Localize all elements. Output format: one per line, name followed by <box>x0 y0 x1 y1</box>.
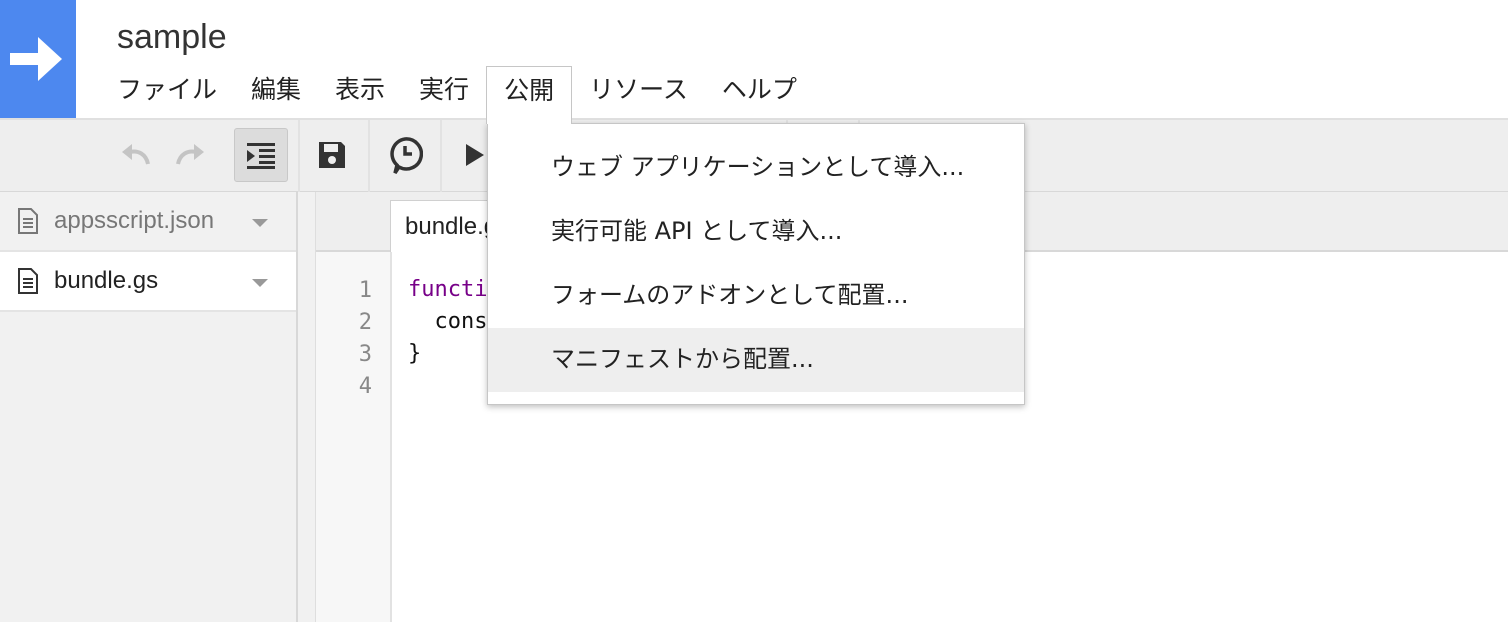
menu-item-deploy-forms-addon[interactable]: フォームのアドオンとして配置... <box>488 264 1024 328</box>
menu-view[interactable]: 表示 <box>318 66 402 116</box>
menu-item-deploy-web-app[interactable]: ウェブ アプリケーションとして導入... <box>488 136 1024 200</box>
save-button[interactable] <box>310 128 354 182</box>
line-number: 3 <box>358 342 372 367</box>
menu-file[interactable]: ファイル <box>100 66 234 116</box>
toolbar-separator <box>298 120 300 192</box>
run-button[interactable] <box>460 128 490 182</box>
code-line: cons <box>408 309 488 334</box>
file-icon <box>18 208 38 234</box>
editor-left-strip <box>298 192 316 622</box>
menu-edit[interactable]: 編集 <box>234 66 318 116</box>
chevron-down-icon[interactable] <box>252 219 268 227</box>
line-number: 2 <box>358 310 372 335</box>
publish-dropdown-menu: ウェブ アプリケーションとして導入... 実行可能 API として導入... フ… <box>487 123 1025 405</box>
line-number: 4 <box>358 374 372 399</box>
project-title[interactable]: sample <box>117 18 227 57</box>
app-logo[interactable] <box>0 0 76 118</box>
line-number: 1 <box>358 278 372 303</box>
undo-button[interactable] <box>116 128 156 182</box>
file-name: bundle.gs <box>54 267 159 294</box>
code-editor[interactable]: functi cons} <box>408 274 487 370</box>
redo-icon <box>176 144 204 165</box>
code-line: } <box>408 341 422 366</box>
indent-toggle-button[interactable] <box>234 128 288 182</box>
toolbar-separator <box>368 120 370 192</box>
undo-icon <box>122 144 150 165</box>
menu-help[interactable]: ヘルプ <box>705 66 814 116</box>
arrow-right-icon <box>10 37 62 81</box>
redo-button[interactable] <box>170 128 210 182</box>
toolbar-separator <box>440 120 442 192</box>
indent-icon <box>247 143 275 169</box>
line-gutter: 1 2 3 4 <box>316 252 392 622</box>
file-item-appsscript[interactable]: appsscript.json <box>0 192 296 252</box>
play-icon <box>466 144 484 166</box>
triggers-button[interactable] <box>382 128 428 182</box>
file-name: appsscript.json <box>54 207 215 234</box>
file-icon <box>18 268 38 294</box>
file-item-bundle[interactable]: bundle.gs <box>0 252 296 312</box>
menu-bar: ファイル 編集 表示 実行 公開 リソース ヘルプ <box>100 66 814 124</box>
menu-resources[interactable]: リソース <box>572 66 705 116</box>
menu-run[interactable]: 実行 <box>402 66 486 116</box>
menu-item-deploy-api-executable[interactable]: 実行可能 API として導入... <box>488 200 1024 264</box>
file-sidebar: appsscript.json bundle.gs <box>0 192 298 622</box>
chevron-down-icon[interactable] <box>252 279 268 287</box>
save-icon <box>319 142 345 168</box>
code-keyword: functi <box>408 277 488 302</box>
menu-publish[interactable]: 公開 <box>486 66 573 124</box>
clock-icon <box>390 137 423 174</box>
menu-item-deploy-from-manifest[interactable]: マニフェストから配置... <box>488 328 1024 392</box>
